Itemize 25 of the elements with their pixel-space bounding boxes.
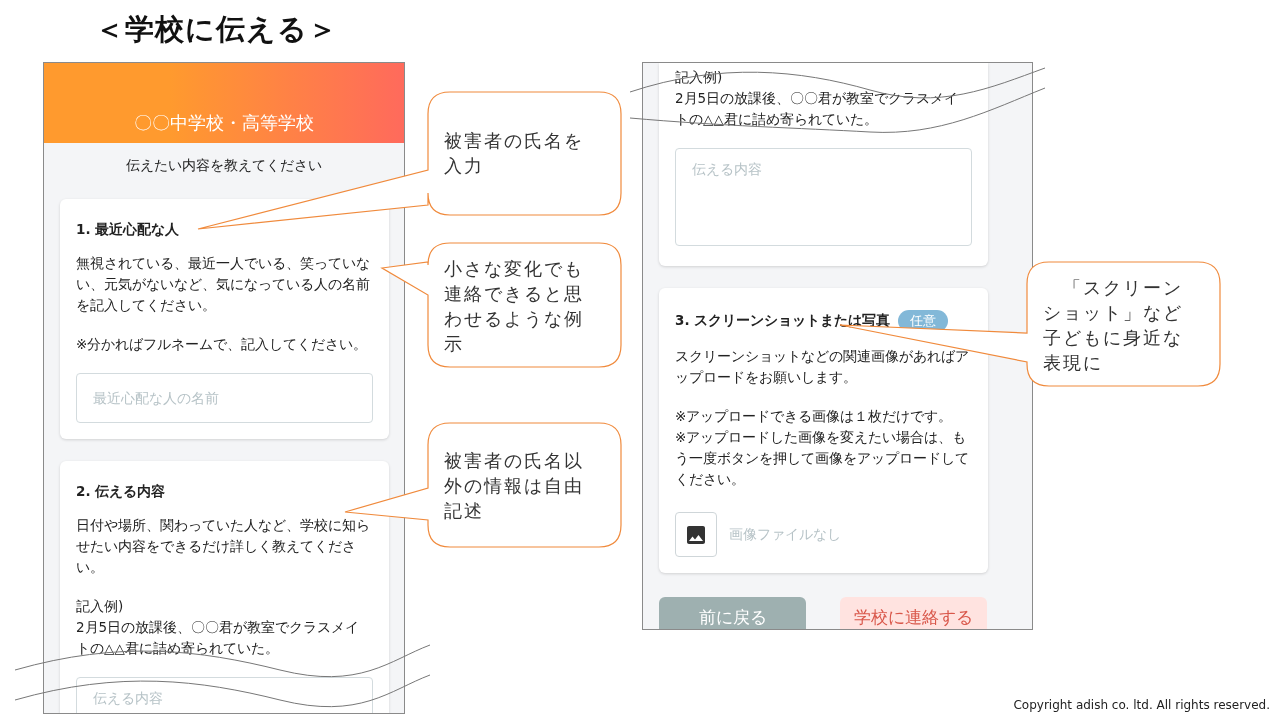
- note-text: ※アップロードした画像を変えたい場合は、もう一度ボタンを押して画像をアップロードしてください。: [675, 428, 970, 489]
- input-field[interactable]: 最近心配な人の名前: [76, 373, 373, 423]
- school-name: 〇〇中学校・高等学校: [134, 111, 314, 135]
- question-description: ※分かればフルネームで、記入してください。: [76, 335, 369, 354]
- question-heading: 1. 最近心配な人: [76, 221, 180, 239]
- text-area[interactable]: 伝える内容: [76, 677, 373, 713]
- text-area[interactable]: 伝える内容: [675, 148, 972, 246]
- copyright-text: Copyright adish co. ltd. All rights reserved.: [1013, 698, 1270, 712]
- callout-text: 被害者の氏名を入力: [444, 129, 585, 178]
- question-heading: 2. 伝える内容: [76, 483, 166, 501]
- example-label: 記入例): [76, 597, 125, 616]
- callout-text: 小さな変化でも連絡できると思わせるような例示: [444, 257, 585, 356]
- back-button[interactable]: 前に戻る: [659, 597, 806, 629]
- image-upload-button[interactable]: [675, 512, 717, 557]
- callout-text: 「スクリーンショット」など子どもに身近な表現に: [1043, 276, 1184, 375]
- question-description: スクリーンショットなどの関連画像があればアップロードをお願いします。: [675, 347, 970, 387]
- question-description: 無視されている、最近一人でいる、笑っていない、元気がないなど、気になっている人の名前を記入してください。: [76, 254, 371, 315]
- example-label: 記入例): [675, 68, 724, 87]
- page-subtitle: 伝えたい内容を教えてください: [125, 157, 323, 175]
- callout-text: 被害者の氏名以外の情報は自由記述: [444, 449, 585, 523]
- question-description: 日付や場所、関わっていた人など、学校に知らせたい内容をできるだけ詳しく教えてください。: [76, 516, 371, 577]
- note-text: ※アップロードできる画像は１枚だけです。: [675, 407, 954, 426]
- file-status: 画像ファイルなし: [729, 525, 841, 544]
- slide-title: ＜学校に伝える＞: [95, 11, 338, 48]
- example-text: 2月5日の放課後、〇〇君が教室でクラスメイトの△△君に詰め寄られていた。: [76, 618, 361, 658]
